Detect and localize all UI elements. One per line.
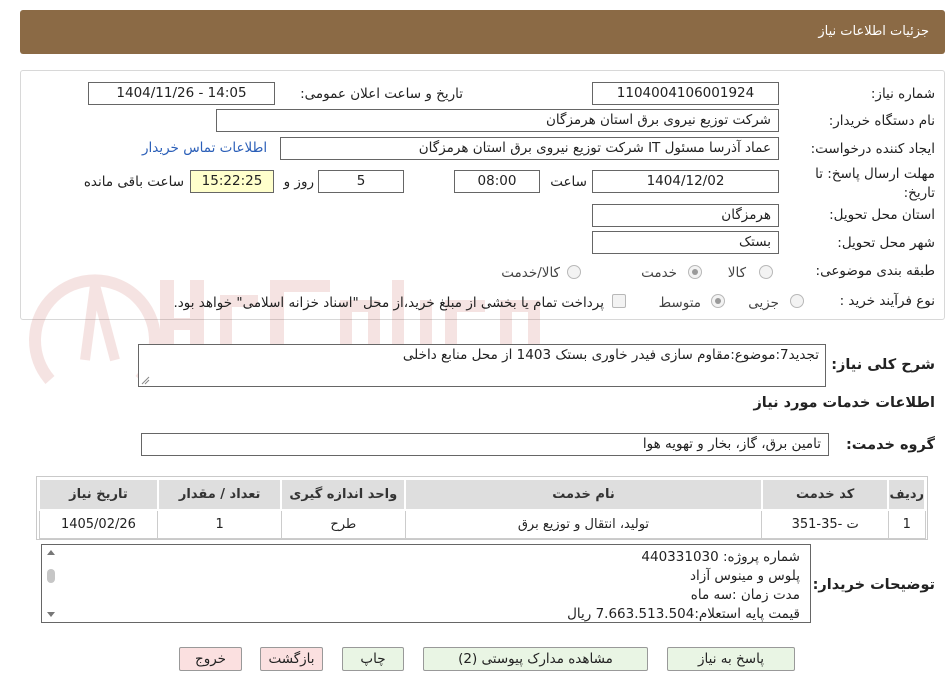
print-button[interactable]: چاپ xyxy=(342,647,404,671)
exit-button[interactable]: خروج xyxy=(179,647,242,671)
buyer-notes-line: پلوس و مینوس آزاد xyxy=(690,568,800,584)
process-radio-jozi[interactable] xyxy=(790,294,804,308)
category-label: طبقه بندی موضوعی: xyxy=(815,263,935,279)
col-header-unit: واحد اندازه گیری xyxy=(280,478,407,511)
process-label-jozi: جزیی xyxy=(748,295,779,311)
general-desc-label: شرح کلی نیاز: xyxy=(831,357,935,373)
announce-datetime-field: 1404/11/26 - 14:05 xyxy=(88,82,275,105)
buyer-notes-line: شماره پروژه: 440331030 xyxy=(641,549,800,565)
reply-button[interactable]: پاسخ به نیاز xyxy=(667,647,795,671)
category-label-khedmat: خدمت xyxy=(641,265,677,281)
buyer-notes-label: توضیحات خریدار: xyxy=(812,577,935,593)
col-header-quantity: تعداد / مقدار xyxy=(156,478,283,511)
page-header: جزئیات اطلاعات نیاز xyxy=(20,10,945,54)
treasury-payment-note: پرداخت تمام یا بخشی از مبلغ خرید،از محل … xyxy=(173,295,604,311)
requester-label: ایجاد کننده درخواست: xyxy=(810,141,935,157)
buyer-contact-link[interactable]: اطلاعات تماس خریدار xyxy=(142,140,267,156)
col-header-service-name: نام خدمت xyxy=(404,478,763,511)
attachments-button[interactable]: مشاهده مدارک پیوستی (2) xyxy=(423,647,648,671)
buyer-org-field: شرکت توزیع نیروی برق استان هرمزگان xyxy=(216,109,779,132)
city-label: شهر محل تحویل: xyxy=(837,235,935,251)
scroll-thumb xyxy=(47,569,55,583)
services-table: ردیف کد خدمت نام خدمت واحد اندازه گیری ت… xyxy=(38,478,926,539)
cell-row-number: 1 xyxy=(887,509,926,539)
resize-grip-icon[interactable] xyxy=(141,376,150,385)
process-radio-motavaset[interactable] xyxy=(711,294,725,308)
category-label-kala-khedmat: کالا/خدمت xyxy=(501,265,560,281)
province-field: هرمزگان xyxy=(592,204,779,227)
cell-service-code: ت -35-351 xyxy=(761,509,889,539)
days-remaining-field: 5 xyxy=(318,170,404,193)
province-label: استان محل تحویل: xyxy=(829,207,935,223)
buyer-notes-line: قیمت پایه استعلام:7.663.513.504 ریال xyxy=(567,606,800,622)
col-header-need-date: تاریخ نیاز xyxy=(38,478,159,511)
category-radio-kala[interactable] xyxy=(759,265,773,279)
scroll-down-icon xyxy=(47,612,55,617)
col-header-service-code: کد خدمت xyxy=(760,478,890,511)
deadline-time-field: 08:00 xyxy=(454,170,540,193)
service-group-label: گروه خدمت: xyxy=(845,437,935,453)
cell-need-date: 1405/02/26 xyxy=(38,509,159,539)
category-label-kala: کالا xyxy=(727,265,746,281)
services-heading: اطلاعات خدمات مورد نیاز xyxy=(753,395,935,411)
days-label: روز و xyxy=(283,174,314,190)
scroll-up-icon xyxy=(47,550,55,555)
notes-scrollbar[interactable] xyxy=(42,545,60,622)
back-button[interactable]: بازگشت xyxy=(260,647,323,671)
process-label-motavaset: متوسط xyxy=(658,295,701,311)
remaining-label: ساعت باقی مانده xyxy=(83,174,184,190)
general-desc-textarea[interactable]: تجدید7:موضوع:مقاوم سازی فیدر خاوری بستک … xyxy=(138,344,826,387)
treasury-payment-checkbox[interactable] xyxy=(612,294,626,308)
category-radio-khedmat[interactable] xyxy=(688,265,702,279)
announce-datetime-label: تاریخ و ساعت اعلان عمومی: xyxy=(300,86,463,102)
cell-service-name: تولید، انتقال و توزیع برق xyxy=(404,509,763,539)
buyer-notes-line: مدت زمان :سه ماه xyxy=(690,587,800,603)
deadline-time-label: ساعت xyxy=(550,174,587,190)
table-header-row: ردیف کد خدمت نام خدمت واحد اندازه گیری ت… xyxy=(38,478,926,511)
buyer-org-label: نام دستگاه خریدار: xyxy=(828,113,935,129)
table-row: 1 ت -35-351 تولید، انتقال و توزیع برق طر… xyxy=(38,509,926,539)
need-number-label: شماره نیاز: xyxy=(870,86,935,102)
process-type-label: نوع فرآیند خرید : xyxy=(839,293,935,309)
category-radio-kala-khedmat[interactable] xyxy=(567,265,581,279)
cell-quantity: 1 xyxy=(157,509,282,539)
general-desc-text: تجدید7:موضوع:مقاوم سازی فیدر خاوری بستک … xyxy=(402,347,819,363)
remaining-time-field: 15:22:25 xyxy=(190,170,274,193)
service-group-field: تامین برق، گاز، بخار و تهویه هوا xyxy=(141,433,829,456)
requester-field: عماد آذرسا مسئول IT شرکت توزیع نیروی برق… xyxy=(280,137,779,160)
deadline-date-field: 1404/12/02 xyxy=(592,170,779,193)
page-title: جزئیات اطلاعات نیاز xyxy=(818,24,929,39)
cell-unit: طرح xyxy=(280,509,406,539)
city-field: بستک xyxy=(592,231,779,254)
need-number-field: 1104004106001924 xyxy=(592,82,779,105)
col-header-row-number: ردیف xyxy=(887,478,926,511)
buyer-notes-textarea[interactable]: شماره پروژه: 440331030 پلوس و مینوس آزاد… xyxy=(41,544,811,623)
deadline-label: مهلت ارسال پاسخ: تا تاریخ: xyxy=(815,166,935,201)
